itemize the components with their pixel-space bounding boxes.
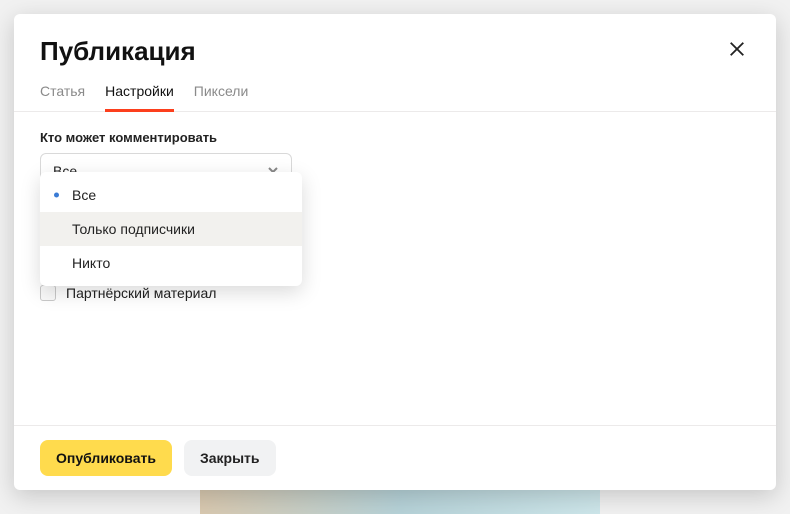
close-icon[interactable]	[724, 36, 750, 65]
close-button[interactable]: Закрыть	[184, 440, 276, 476]
comment-permission-dropdown: Все Только подписчики Никто	[40, 172, 302, 286]
dropdown-option-nobody[interactable]: Никто	[40, 246, 302, 280]
partner-material-label: Партнёрский материал	[66, 285, 216, 301]
publish-button[interactable]: Опубликовать	[40, 440, 172, 476]
dropdown-option-subscribers[interactable]: Только подписчики	[40, 212, 302, 246]
tab-pixels[interactable]: Пиксели	[194, 77, 248, 112]
partner-material-checkbox[interactable]	[40, 285, 56, 301]
modal-footer: Опубликовать Закрыть	[14, 425, 776, 490]
dropdown-option-all[interactable]: Все	[40, 178, 302, 212]
tab-article[interactable]: Статья	[40, 77, 85, 112]
modal-title: Публикация	[40, 36, 196, 67]
comment-permission-label: Кто может комментировать	[40, 130, 750, 145]
tabs: Статья Настройки Пиксели	[14, 77, 776, 112]
tab-settings[interactable]: Настройки	[105, 77, 174, 112]
publish-modal: Публикация Статья Настройки Пиксели Кто …	[14, 14, 776, 490]
